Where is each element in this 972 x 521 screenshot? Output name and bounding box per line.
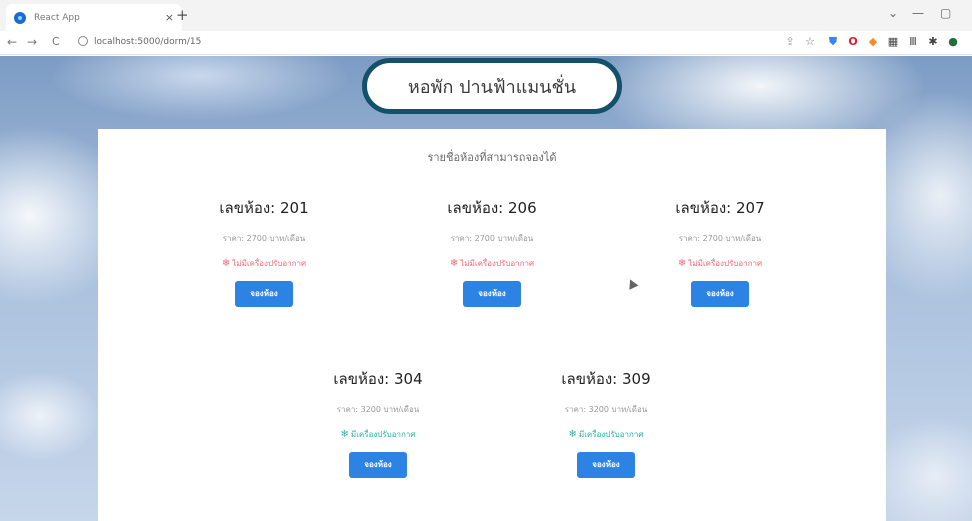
tab-title: React App — [34, 12, 80, 23]
book-room-button[interactable]: จองห้อง — [463, 281, 521, 307]
opera-extension-icon[interactable]: O — [846, 35, 860, 48]
dorm-title-pill: หอพัก ปานฟ้าแมนชั่น — [362, 58, 622, 114]
browser-tab[interactable]: React App × — [6, 4, 182, 31]
forward-arrow-icon[interactable]: → — [27, 35, 37, 49]
snowflake-icon: ❄ — [568, 429, 577, 440]
available-rooms-heading: รายชื่อห้องที่สามารถจองได้ — [427, 151, 557, 164]
url-text: localhost:5000/dorm/15 — [94, 37, 202, 47]
snowflake-icon: ❄ — [449, 258, 459, 269]
room-number: เลขห้อง: 201 — [219, 199, 309, 217]
restore-button[interactable]: ▢ — [940, 6, 951, 20]
browser-toolbar: ← → C localhost:5000/dorm/15 ⇪ ☆ ⛊ O ◆ ▦… — [0, 31, 972, 55]
room-card: เลขห้อง: 206 ราคา: 2700 บาท/เดือน ❄ ไม่มี… — [372, 196, 612, 307]
room-price: ราคา: 2700 บาท/เดือน — [222, 234, 306, 243]
tab-strip: React App × + ⌄ — ▢ — [0, 0, 972, 31]
room-price: ราคา: 2700 บาท/เดือน — [450, 234, 534, 243]
aircon-status: ❄ ไม่มีเครื่องปรับอากาศ — [449, 258, 535, 269]
new-tab-button[interactable]: + — [176, 6, 189, 24]
book-room-button[interactable]: จองห้อง — [235, 281, 293, 307]
tab-close-icon[interactable]: × — [165, 11, 174, 24]
room-card: เลขห้อง: 304 ราคา: 3200 บาท/เดือน ❄ มีเคร… — [258, 367, 498, 478]
room-price: ราคา: 3200 บาท/เดือน — [564, 405, 648, 414]
tab-search-chevron-icon[interactable]: ⌄ — [888, 6, 898, 20]
address-bar[interactable]: localhost:5000/dorm/15 — [78, 36, 201, 47]
react-favicon-icon — [14, 11, 26, 24]
rooms-panel: รายชื่อห้องที่สามารถจองได้ เลขห้อง: 201 … — [98, 129, 886, 521]
fox-extension-icon[interactable]: ◆ — [866, 35, 880, 48]
book-room-button[interactable]: จองห้อง — [349, 452, 407, 478]
share-icon[interactable]: ⇪ — [783, 35, 797, 48]
snowflake-icon: ❄ — [221, 258, 231, 269]
reload-icon[interactable]: C — [52, 35, 60, 48]
grid-extension-icon[interactable]: ▦ — [886, 35, 900, 48]
snowflake-icon: ❄ — [340, 429, 349, 440]
in-extension-icon[interactable]: Ⅲ — [906, 35, 920, 48]
room-number: เลขห้อง: 207 — [675, 199, 765, 217]
room-card: เลขห้อง: 201 ราคา: 2700 บาท/เดือน ❄ ไม่มี… — [144, 196, 384, 307]
snowflake-icon: ❄ — [677, 258, 687, 269]
room-card: เลขห้อง: 207 ราคา: 2700 บาท/เดือน ❄ ไม่มี… — [600, 196, 840, 307]
aircon-status: ❄ มีเครื่องปรับอากาศ — [568, 429, 644, 440]
profile-avatar-icon[interactable]: ● — [946, 35, 960, 48]
puzzle-extensions-icon[interactable]: ✱ — [926, 35, 940, 48]
room-price: ราคา: 3200 บาท/เดือน — [336, 405, 420, 414]
shield-extension-icon[interactable]: ⛊ — [826, 35, 840, 49]
minimize-button[interactable]: — — [912, 6, 924, 20]
room-card: เลขห้อง: 309 ราคา: 3200 บาท/เดือน ❄ มีเคร… — [486, 367, 726, 478]
room-number: เลขห้อง: 206 — [447, 199, 537, 217]
site-info-icon[interactable] — [78, 36, 88, 46]
page-viewport: หอพัก ปานฟ้าแมนชั่น รายชื่อห้องที่สามารถ… — [0, 56, 972, 521]
book-room-button[interactable]: จองห้อง — [691, 281, 749, 307]
room-number: เลขห้อง: 304 — [333, 370, 423, 388]
bookmark-star-icon[interactable]: ☆ — [803, 35, 817, 48]
aircon-status: ❄ ไม่มีเครื่องปรับอากาศ — [677, 258, 763, 269]
aircon-status: ❄ ไม่มีเครื่องปรับอากาศ — [221, 258, 307, 269]
room-price: ราคา: 2700 บาท/เดือน — [678, 234, 762, 243]
back-arrow-icon[interactable]: ← — [7, 35, 17, 49]
page-title: หอพัก ปานฟ้าแมนชั่น — [407, 76, 577, 98]
book-room-button[interactable]: จองห้อง — [577, 452, 635, 478]
room-number: เลขห้อง: 309 — [561, 370, 651, 388]
aircon-status: ❄ มีเครื่องปรับอากาศ — [340, 429, 416, 440]
